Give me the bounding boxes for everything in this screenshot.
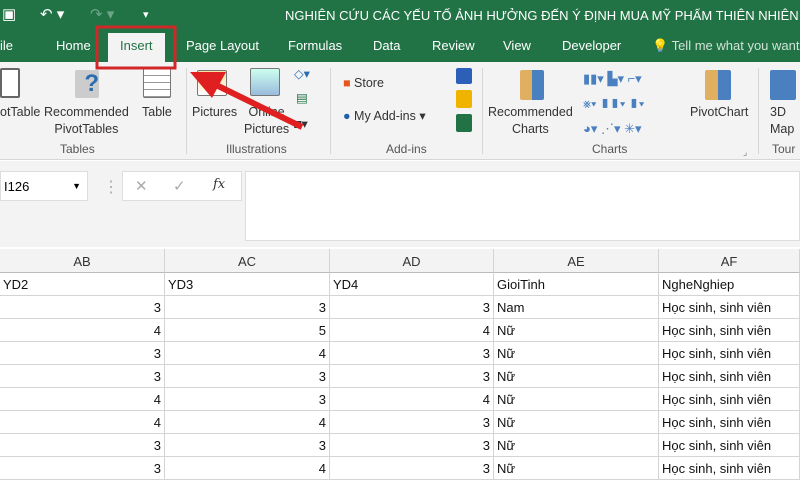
annotation-arrow-shaft <box>210 80 304 130</box>
insert-highlight-box <box>95 25 177 70</box>
annotation-overlay <box>95 25 304 130</box>
